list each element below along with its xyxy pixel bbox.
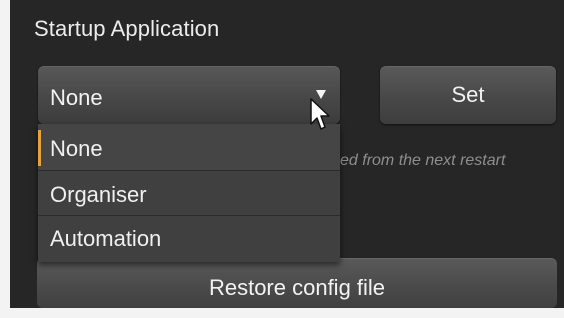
option-label: None bbox=[50, 136, 103, 161]
selected-indicator bbox=[38, 130, 41, 166]
restore-config-button[interactable]: Restore config file bbox=[37, 258, 557, 308]
dropdown-option-automation[interactable]: Automation bbox=[38, 216, 340, 262]
option-label: Automation bbox=[50, 226, 162, 251]
screen: Startup Application None Set ed from the… bbox=[0, 0, 564, 318]
mouse-cursor-icon bbox=[310, 98, 330, 130]
set-button[interactable]: Set bbox=[380, 66, 556, 124]
dropdown-menu: None Organiser Automation bbox=[38, 124, 340, 262]
dropdown-option-organiser[interactable]: Organiser bbox=[38, 171, 340, 216]
startup-application-panel: Startup Application None Set ed from the… bbox=[10, 0, 564, 308]
option-label: Organiser bbox=[50, 182, 147, 207]
section-title: Startup Application bbox=[34, 16, 220, 41]
dropdown-option-none[interactable]: None bbox=[38, 124, 340, 171]
startup-application-select[interactable]: None bbox=[38, 66, 340, 124]
restart-info-text: ed from the next restart bbox=[340, 152, 506, 169]
select-value: None bbox=[50, 85, 103, 110]
